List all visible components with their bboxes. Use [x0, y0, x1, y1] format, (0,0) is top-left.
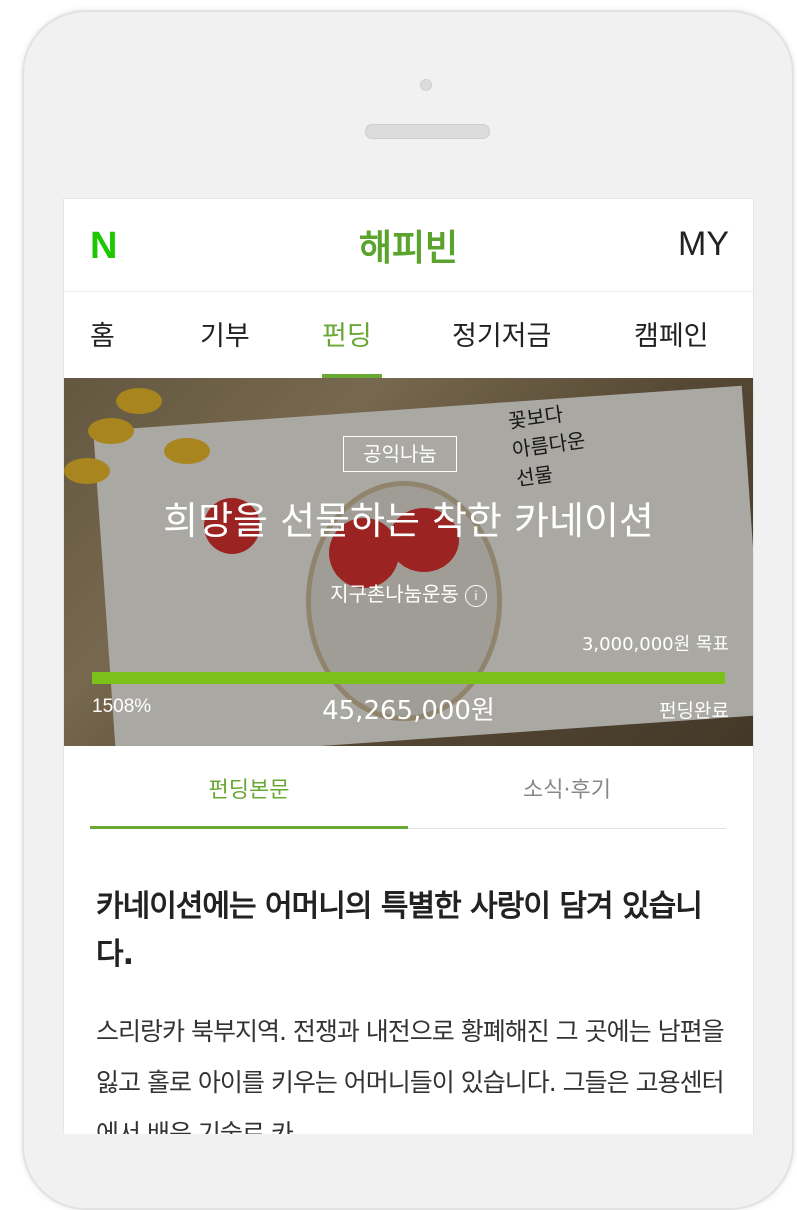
app-header: N 해피빈 MY	[64, 199, 753, 292]
my-page-link[interactable]: MY	[678, 225, 729, 264]
main-nav: 홈 기부 펀딩 정기저금 캠페인	[64, 292, 753, 378]
content-tabs: 펀딩본문 소식·후기	[90, 746, 726, 829]
nav-item-campaign[interactable]: 캠페인	[634, 314, 709, 353]
app-screen: N 해피빈 MY 홈 기부 펀딩 정기저금 캠페인 꽃보다 아름다운 선물 공익…	[63, 198, 754, 1134]
nav-item-funding[interactable]: 펀딩	[322, 314, 372, 353]
tab-active-indicator	[90, 826, 408, 829]
article-title: 카네이션에는 어머니의 특별한 사랑이 담겨 있습니다.	[96, 889, 703, 972]
brand-title[interactable]: 해피빈	[64, 219, 753, 271]
funding-hero[interactable]: 꽃보다 아름다운 선물 공익나눔 희망을 선물하는 착한 카네이션 지구촌나눔운…	[64, 378, 753, 746]
progress-bar	[92, 672, 725, 684]
article-body: 스리랑카 북부지역. 전쟁과 내전으로 황폐해진 그 곳에는 남편을 잃고 홀로…	[96, 1017, 725, 1134]
raised-amount: 45,265,000원	[322, 696, 495, 726]
nav-item-home[interactable]: 홈	[90, 314, 115, 353]
tab-funding-body[interactable]: 펀딩본문	[90, 772, 408, 804]
funding-status: 펀딩완료	[659, 700, 729, 722]
funding-title: 희망을 선물하는 착한 카네이션	[163, 499, 654, 543]
tab-news-reviews[interactable]: 소식·후기	[408, 772, 726, 804]
progress-fill	[92, 672, 725, 684]
nav-item-donate[interactable]: 기부	[200, 314, 250, 353]
camera-icon	[420, 79, 432, 91]
category-tag: 공익나눔	[343, 436, 457, 472]
speaker-grille	[365, 124, 490, 139]
organization-label: 지구촌나눔운동	[330, 582, 459, 606]
organization-name: 지구촌나눔운동 i	[64, 578, 753, 607]
goal-amount: 3,000,000원 목표	[581, 634, 729, 655]
info-icon[interactable]: i	[464, 584, 487, 607]
nav-item-saving[interactable]: 정기저금	[452, 314, 551, 353]
